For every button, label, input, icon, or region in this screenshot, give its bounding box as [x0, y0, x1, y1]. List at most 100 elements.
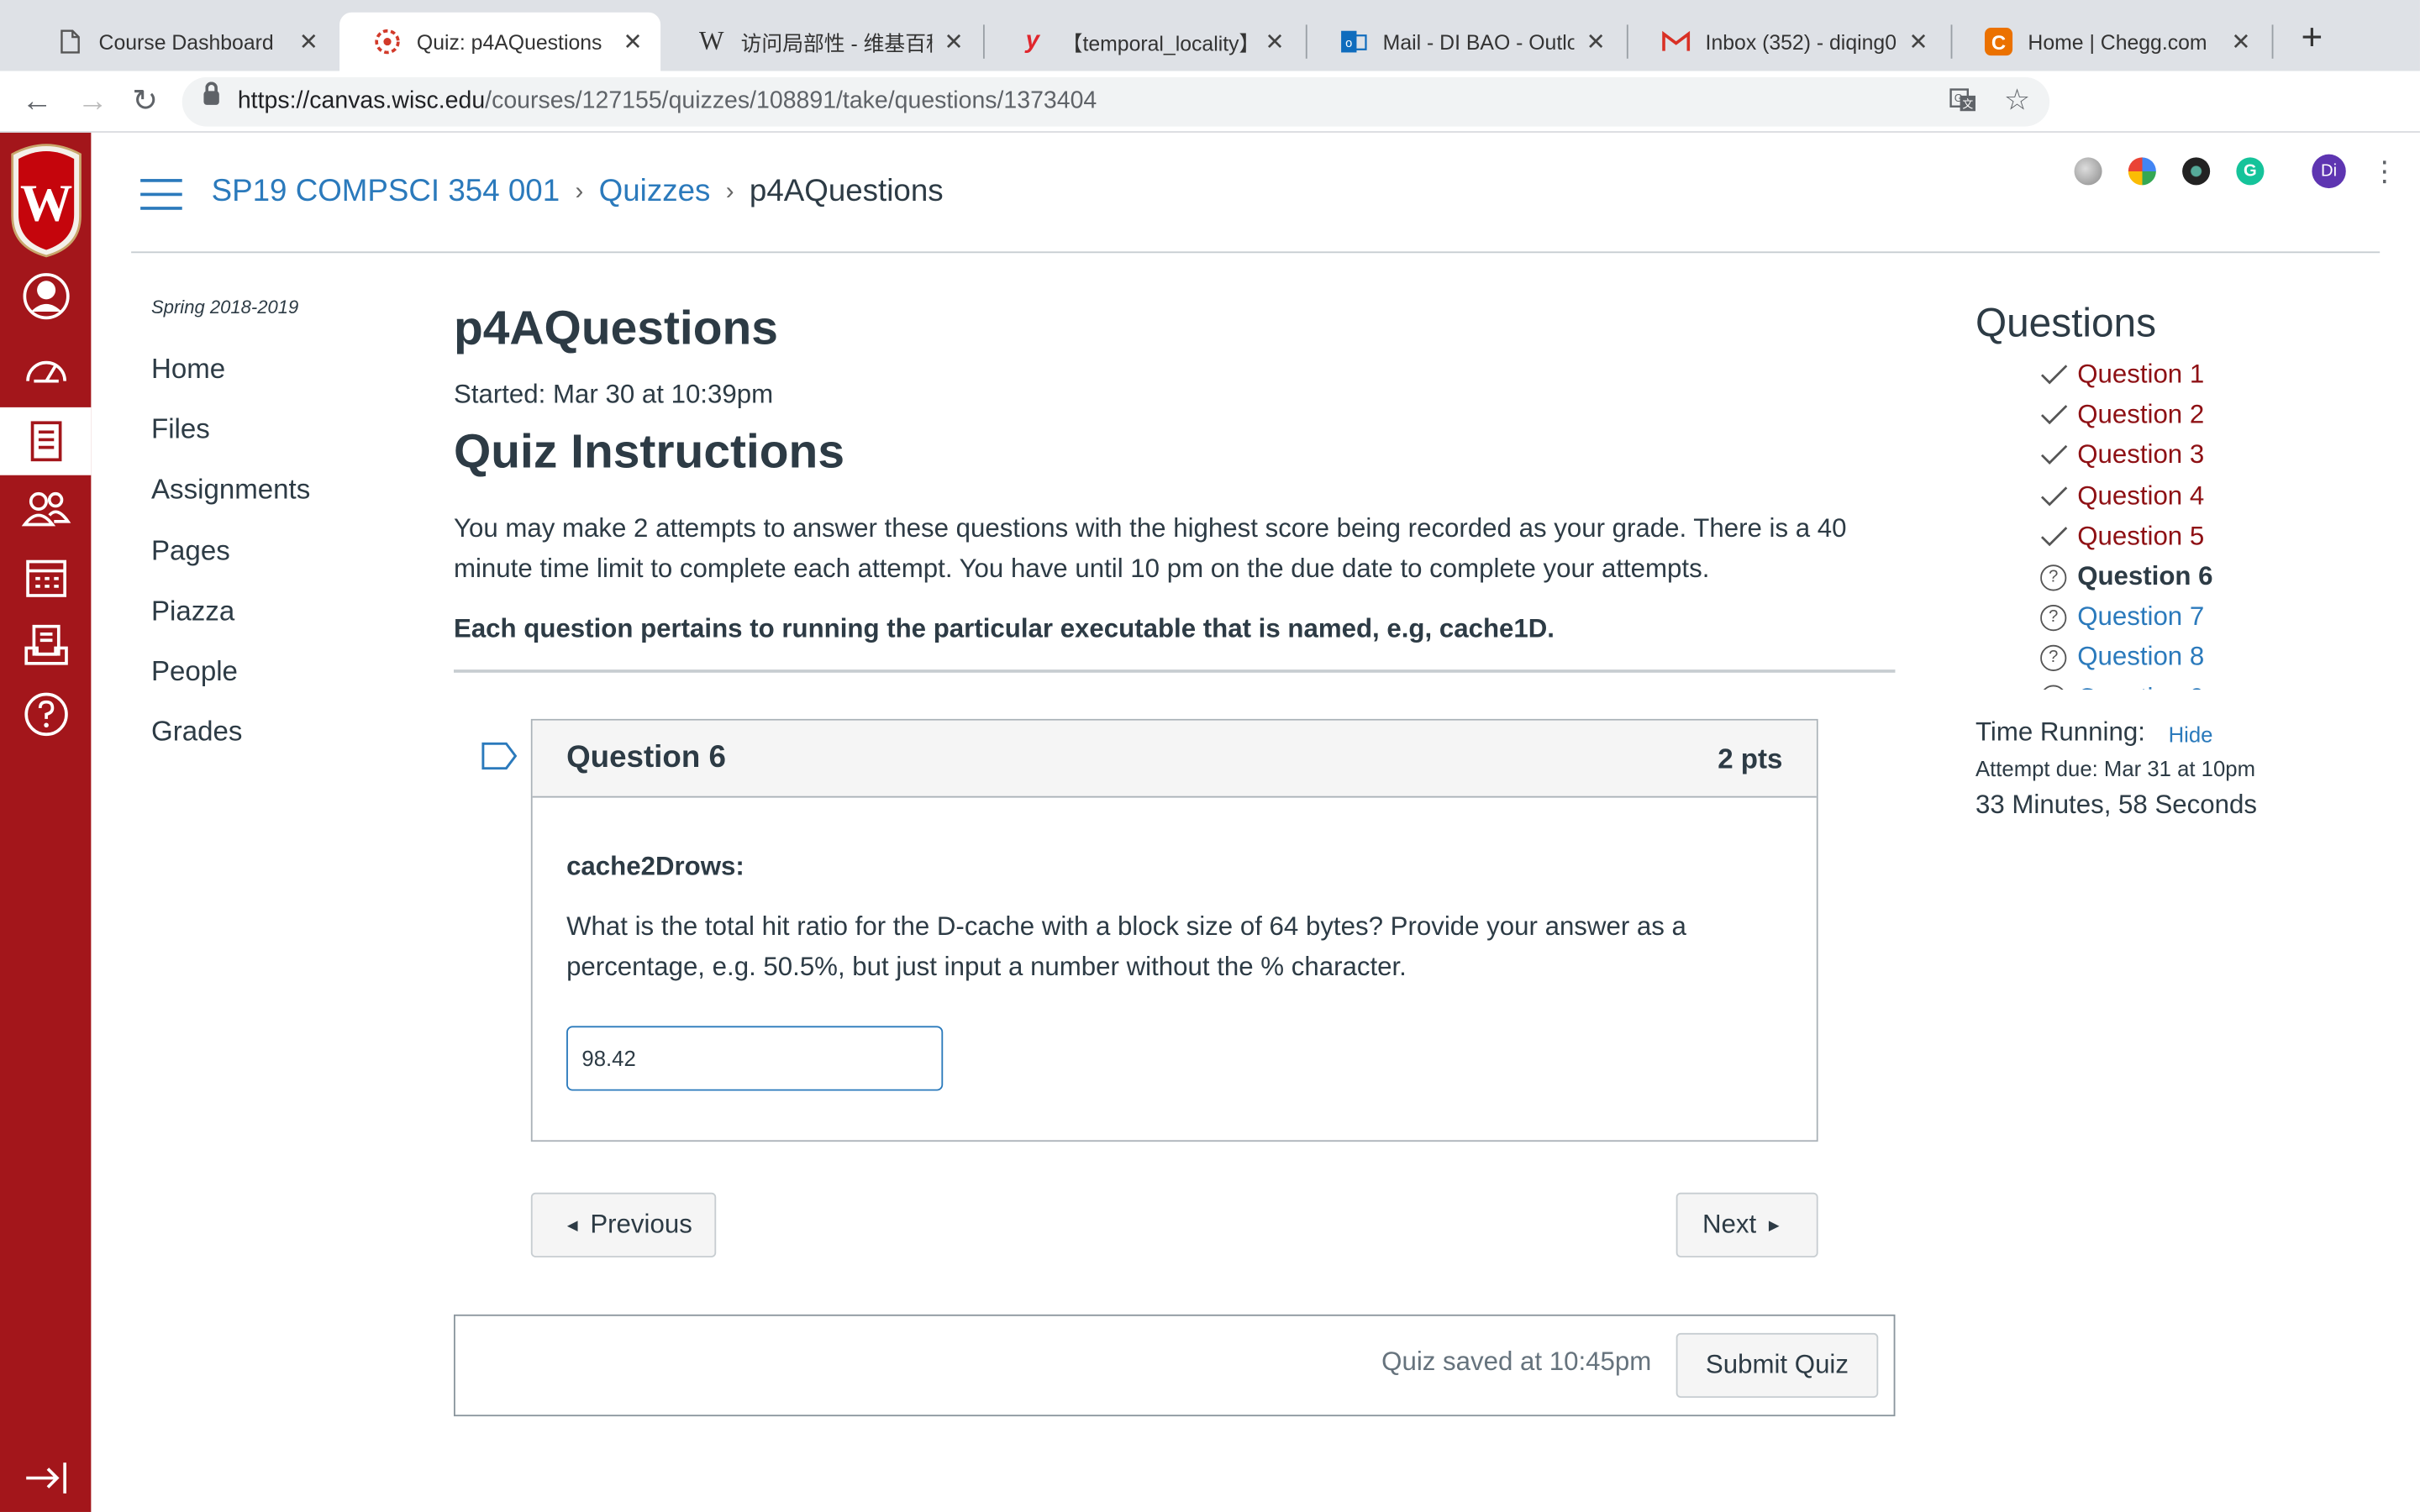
groups-icon[interactable] — [0, 475, 91, 543]
close-icon[interactable]: ✕ — [620, 28, 644, 55]
question-link[interactable]: ? Question 7 — [2040, 597, 2380, 638]
reload-icon[interactable]: ↻ — [127, 83, 164, 120]
outlook-icon: o — [1339, 28, 1367, 55]
time-running-label: Time Running: — [1975, 717, 2145, 747]
dashboard-icon[interactable] — [0, 335, 91, 403]
caret-right-icon: ▶ — [1768, 1216, 1780, 1232]
instructions-divider — [453, 669, 1896, 673]
question-link[interactable]: Question 1 — [2040, 354, 2380, 395]
quiz-started-time: Started: Mar 30 at 10:39pm — [453, 379, 774, 409]
inbox-icon[interactable] — [0, 611, 91, 679]
hide-timer-link[interactable]: Hide — [2169, 722, 2213, 747]
close-icon[interactable]: ✕ — [1262, 28, 1286, 55]
course-nav-assignments[interactable]: Assignments — [151, 475, 310, 535]
questions-list[interactable]: Question 1 Question 2 Question 3 Question 4… — [2040, 354, 2380, 690]
time-remaining: 33 Minutes, 58 Seconds — [1975, 790, 2258, 820]
checkmark-icon — [2040, 405, 2077, 427]
forward-icon[interactable]: → — [74, 83, 111, 120]
submit-quiz-button[interactable]: Submit Quiz — [1676, 1332, 1879, 1399]
close-icon[interactable]: ✕ — [1583, 28, 1607, 55]
breadcrumb-current: p4AQuestions — [749, 174, 944, 208]
question-link-label: Question 8 — [2077, 642, 2205, 672]
bookmark-star-icon[interactable]: ☆ — [2002, 86, 2033, 118]
quiz-saved-status: Quiz saved at 10:45pm — [1381, 1347, 1652, 1377]
next-button[interactable]: Next ▶ — [1676, 1192, 1818, 1257]
questions-sidebar-title: Questions — [1975, 299, 2157, 346]
attempt-due: Attempt due: Mar 31 at 10pm — [1975, 755, 2256, 781]
tab-youdao[interactable]: y 【temporal_locality】什 ✕ — [985, 13, 1302, 71]
tab-outlook[interactable]: o Mail - DI BAO - Outlook ✕ — [1306, 13, 1623, 71]
header-divider — [131, 251, 2381, 254]
question-link-label: Question 3 — [2077, 440, 2205, 470]
question-link[interactable]: ? Question 8 — [2040, 638, 2380, 678]
course-nav-pages[interactable]: Pages — [151, 535, 310, 596]
chevron-right-icon: › — [575, 178, 584, 205]
caret-left-icon: ◀ — [566, 1216, 578, 1232]
translate-icon[interactable]: 文G — [1948, 87, 1979, 118]
question-mark-icon: ? — [2040, 685, 2077, 690]
svg-text:文: 文 — [1962, 98, 1973, 111]
canvas-icon — [373, 28, 401, 55]
question-name: Question 6 — [566, 740, 726, 775]
account-icon[interactable] — [0, 262, 91, 330]
course-nav-people[interactable]: People — [151, 655, 310, 716]
tab-title: Home | Chegg.com — [2028, 29, 2207, 54]
address-bar[interactable]: https://canvas.wisc.edu/courses/127155/q… — [182, 76, 2050, 127]
previous-button[interactable]: ◀ Previous — [530, 1192, 717, 1257]
collapse-nav-icon[interactable] — [0, 1444, 91, 1512]
help-icon[interactable] — [0, 680, 91, 748]
close-icon[interactable]: ✕ — [2228, 28, 2253, 55]
question-link[interactable]: Question 4 — [2040, 476, 2380, 517]
close-icon[interactable]: ✕ — [1906, 28, 1930, 55]
tab-wikipedia[interactable]: W 访问局部性 - 维基百科， ✕ — [664, 13, 981, 71]
url-host: https://canvas.wisc.edu — [237, 87, 486, 114]
profile-avatar[interactable]: Di — [2312, 154, 2346, 189]
question-link[interactable]: Question 3 — [2040, 436, 2380, 476]
tab-title: 访问局部性 - 维基百科， — [740, 32, 933, 56]
close-icon[interactable]: ✕ — [941, 28, 965, 55]
question-subtitle: cache2Drows: — [566, 851, 744, 881]
breadcrumb-quizzes-link[interactable]: Quizzes — [599, 175, 711, 210]
course-menu-toggle-icon[interactable] — [140, 179, 182, 210]
courses-icon[interactable] — [0, 407, 92, 475]
instructions-heading: Quiz Instructions — [453, 424, 845, 479]
tab-chegg[interactable]: C Home | Chegg.com ✕ — [1951, 13, 2269, 71]
question-card: Question 6 2 pts cache2Drows: What is th… — [530, 718, 1818, 1142]
question-link[interactable]: Question 2 — [2040, 396, 2380, 436]
back-icon[interactable]: ← — [18, 83, 55, 120]
youdao-icon: y — [1025, 28, 1039, 55]
extension-icon[interactable] — [2074, 157, 2102, 186]
uw-crest-logo[interactable]: W — [6, 136, 87, 260]
course-nav-piazza[interactable]: Piazza — [151, 596, 310, 656]
question-link-label: Question 4 — [2077, 480, 2205, 511]
close-icon[interactable]: ✕ — [297, 28, 321, 55]
tab-course-dashboard[interactable]: Course Dashboard ✕ — [22, 13, 337, 71]
question-mark-icon: ? — [2040, 564, 2077, 591]
gmail-icon — [1662, 28, 1691, 55]
new-tab-button[interactable]: + — [2293, 19, 2330, 59]
extension-icon[interactable] — [2182, 157, 2211, 186]
flag-question-icon[interactable] — [481, 742, 518, 770]
page-icon — [55, 28, 83, 55]
grammarly-icon[interactable]: G — [2236, 157, 2265, 186]
course-nav-home[interactable]: Home — [151, 354, 310, 414]
course-nav-grades[interactable]: Grades — [151, 716, 310, 776]
calendar-icon[interactable] — [0, 543, 91, 612]
question-link-label: Question 9 — [2077, 683, 2204, 690]
answer-input[interactable] — [566, 1026, 944, 1091]
course-nav-files[interactable]: Files — [151, 414, 310, 475]
question-mark-icon: ? — [2040, 604, 2077, 631]
tab-gmail[interactable]: Inbox (352) - diqing06 ✕ — [1628, 13, 1946, 71]
breadcrumb-course-link[interactable]: SP19 COMPSCI 354 001 — [212, 175, 560, 210]
tab-title: Quiz: p4AQuestions — [416, 29, 602, 54]
tab-quiz[interactable]: Quiz: p4AQuestions ✕ — [339, 12, 661, 71]
extension-icon[interactable] — [2128, 157, 2156, 186]
next-label: Next — [1702, 1209, 1757, 1239]
question-link[interactable]: ?Question 9 — [2040, 678, 2380, 690]
question-link[interactable]: ? Question 6 — [2040, 557, 2380, 597]
question-points: 2 pts — [1718, 743, 1783, 775]
menu-dots-icon[interactable]: ⋮ — [2370, 153, 2398, 190]
tab-title: Inbox (352) - diqing06 — [1705, 29, 1897, 54]
svg-text:G: G — [1954, 92, 1963, 104]
question-link[interactable]: Question 5 — [2040, 517, 2380, 557]
